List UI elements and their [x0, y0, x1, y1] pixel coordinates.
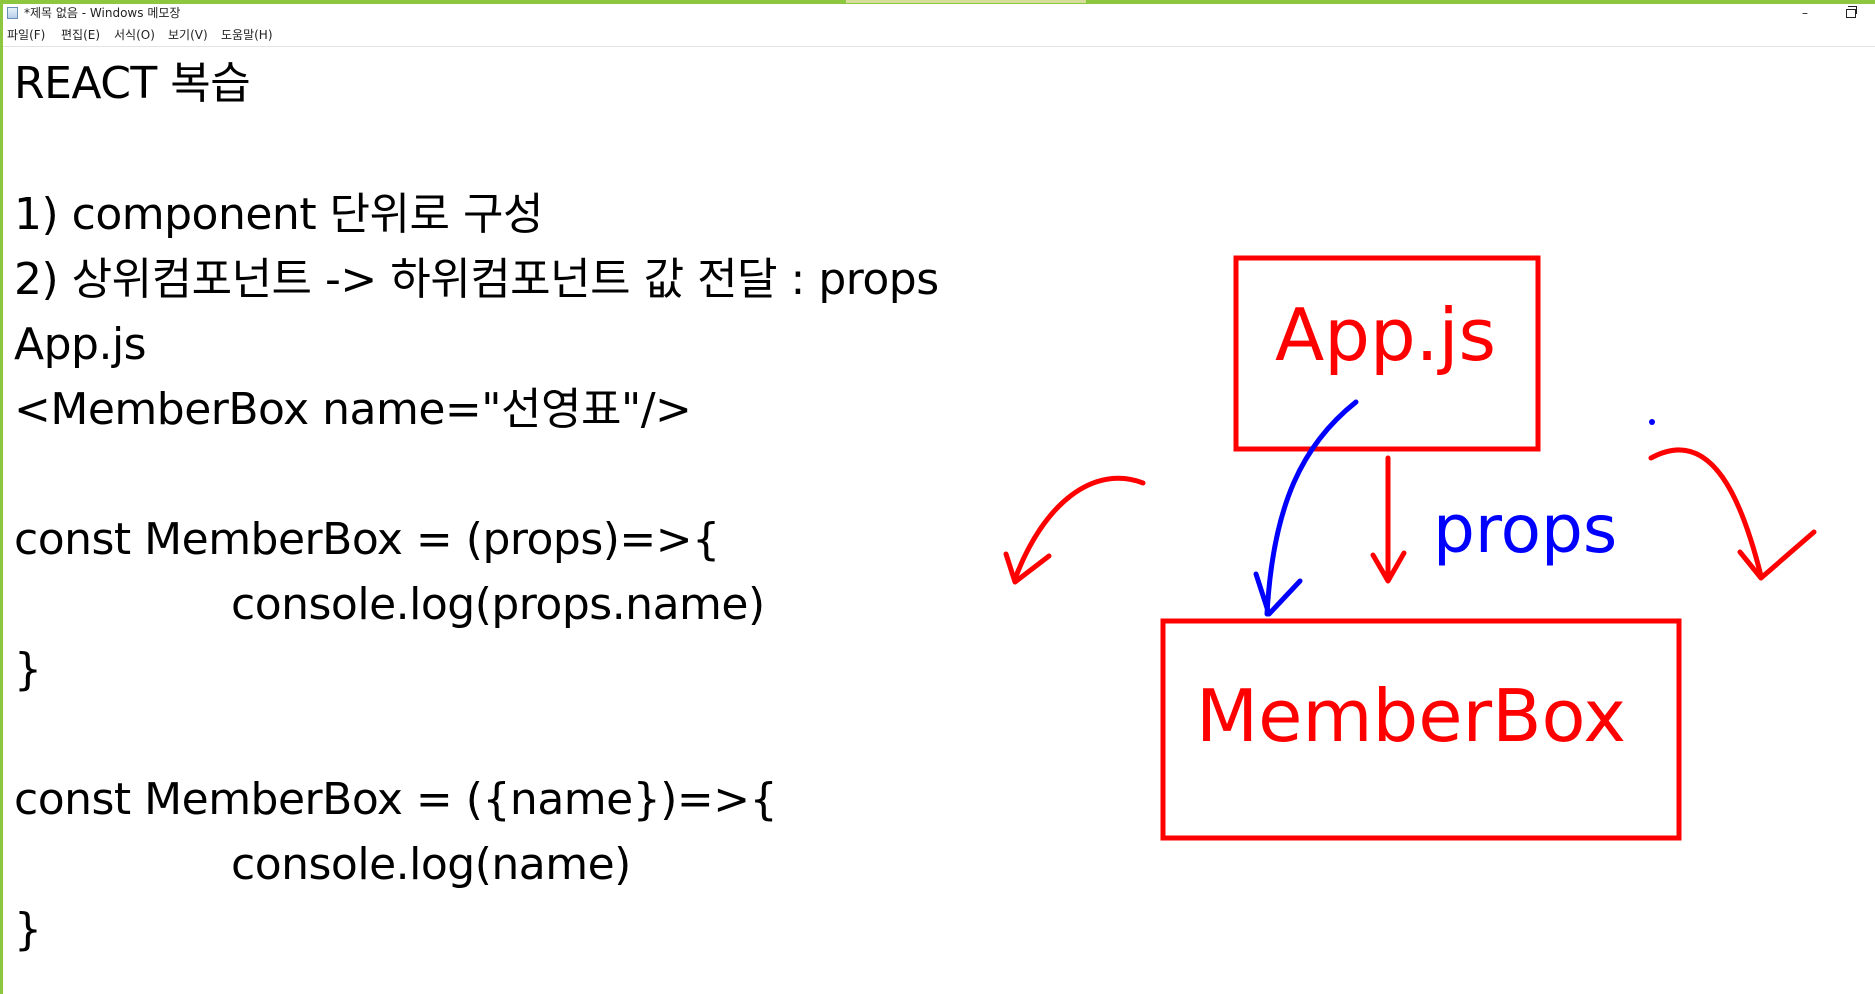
parent-box-label: App.js: [1275, 293, 1496, 377]
child-box-label: MemberBox: [1196, 674, 1626, 758]
blue-dot: [1649, 419, 1655, 425]
blue-arrow-head: [1253, 571, 1303, 617]
left-red-arrow-head: [1003, 551, 1052, 585]
pen-annotation-layer: App.js MemberBox props: [1003, 255, 1817, 841]
blue-curved-arrow: [1264, 399, 1359, 617]
title-bar-accent: [846, 0, 1086, 3]
props-label: props: [1433, 491, 1617, 568]
left-red-arrow: [1012, 475, 1146, 582]
notepad-window: *제목 없음 - Windows 메모장 – 파일(F) 편집(E) 서식(O)…: [0, 0, 1875, 994]
